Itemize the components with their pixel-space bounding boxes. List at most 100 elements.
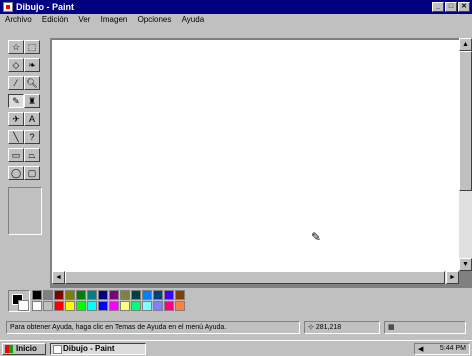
pencil-cursor-icon: ✎ <box>311 230 322 244</box>
menu-edicion[interactable]: Edición <box>42 14 68 26</box>
menu-opciones[interactable]: Opciones <box>138 14 172 26</box>
palette-swatch[interactable] <box>43 290 53 300</box>
palette-swatch[interactable] <box>98 290 108 300</box>
tool-brush[interactable]: ♜ <box>24 94 40 108</box>
tool-text[interactable]: A <box>24 112 40 126</box>
tool-rounded-rect[interactable]: ▢ <box>24 166 40 180</box>
rectangle-icon: ▭ <box>11 150 21 160</box>
palette-swatch[interactable] <box>175 301 185 311</box>
tool-options-box[interactable] <box>8 187 42 235</box>
palette-swatch[interactable] <box>131 301 141 311</box>
tool-fill[interactable]: ❧ <box>24 58 40 72</box>
palette-swatch[interactable] <box>54 301 64 311</box>
palette-swatch[interactable] <box>153 290 163 300</box>
color-selector[interactable] <box>8 290 30 312</box>
palette-swatch[interactable] <box>98 301 108 311</box>
free-select-icon: ☆ <box>11 42 21 52</box>
brush-icon: ♜ <box>27 96 37 106</box>
tool-pencil[interactable]: ✎ <box>8 94 24 108</box>
status-help-text: Para obtener Ayuda, haga clic en Temas d… <box>6 321 300 334</box>
tool-free-select[interactable]: ☆ <box>8 40 24 54</box>
palette-swatch[interactable] <box>153 301 163 311</box>
palette-swatch[interactable] <box>54 290 64 300</box>
clock[interactable]: 5:44 PM <box>440 345 466 352</box>
background-color[interactable] <box>18 300 29 311</box>
scroll-right-button[interactable]: ► <box>446 271 459 284</box>
start-button[interactable]: Inicio <box>2 343 46 355</box>
palette-swatch[interactable] <box>164 301 174 311</box>
paint-app-icon[interactable] <box>3 2 13 12</box>
paint-task-icon <box>53 345 62 354</box>
close-button[interactable]: ✕ <box>458 2 470 12</box>
start-label: Inicio <box>16 344 37 353</box>
cursor-coords: 281,218 <box>315 324 342 331</box>
menu-archivo[interactable]: Archivo <box>5 14 32 26</box>
palette-swatch[interactable] <box>32 301 42 311</box>
menu-ayuda[interactable]: Ayuda <box>182 14 205 26</box>
rect-select-icon: ⬚ <box>27 42 37 52</box>
palette-swatch[interactable] <box>109 290 119 300</box>
menu-imagen[interactable]: Imagen <box>101 14 128 26</box>
minimize-button[interactable]: _ <box>432 2 444 12</box>
tool-polygon[interactable]: ⏢ <box>24 148 40 162</box>
tool-line[interactable]: ╲ <box>8 130 24 144</box>
tool-eraser[interactable]: ◇ <box>8 58 24 72</box>
eyedropper-icon: ⁄ <box>15 78 17 88</box>
fill-icon: ❧ <box>28 60 36 70</box>
tool-curve[interactable]: ? <box>24 130 40 144</box>
pencil-icon: ✎ <box>12 96 20 106</box>
drawing-canvas[interactable]: ✎ <box>52 40 459 271</box>
status-bar: Para obtener Ayuda, haga clic en Temas d… <box>0 320 472 336</box>
tool-airbrush[interactable]: ✈ <box>8 112 24 126</box>
vertical-scroll-thumb[interactable] <box>459 51 472 191</box>
palette-swatch[interactable] <box>87 290 97 300</box>
palette-swatch[interactable] <box>43 301 53 311</box>
palette-swatch[interactable] <box>87 301 97 311</box>
rounded-rect-icon: ▢ <box>27 168 37 178</box>
palette-swatch[interactable] <box>76 290 86 300</box>
airbrush-icon: ✈ <box>12 114 20 124</box>
horizontal-scrollbar[interactable]: ◄ ► <box>52 271 459 284</box>
palette-swatch[interactable] <box>76 301 86 311</box>
palette-swatch[interactable] <box>120 290 130 300</box>
palette-swatch[interactable] <box>142 290 152 300</box>
system-tray: ◀ 5:44 PM <box>414 343 470 355</box>
menu-ver[interactable]: Ver <box>78 14 90 26</box>
text-icon: A <box>28 114 35 124</box>
cursor-coords-icon: ⊹ <box>308 324 314 331</box>
palette-swatch[interactable] <box>65 290 75 300</box>
tool-magnifier[interactable]: 🔍︎ <box>24 76 40 90</box>
palette-swatch[interactable] <box>109 301 119 311</box>
magnifier-icon: 🔍︎ <box>26 78 38 88</box>
palette-swatch[interactable] <box>142 301 152 311</box>
tool-eyedropper[interactable]: ⁄ <box>8 76 24 90</box>
palette-swatch[interactable] <box>175 290 185 300</box>
tool-rectangle[interactable]: ▭ <box>8 148 24 162</box>
palette-swatch[interactable] <box>164 290 174 300</box>
speaker-icon[interactable]: ◀ <box>418 345 423 355</box>
tool-rect-select[interactable]: ⬚ <box>24 40 40 54</box>
palette-swatch[interactable] <box>131 290 141 300</box>
polygon-icon: ⏢ <box>28 150 36 160</box>
scroll-left-button[interactable]: ◄ <box>52 271 65 284</box>
window-title: Dibujo - Paint <box>16 2 74 12</box>
palette-swatch[interactable] <box>65 301 75 311</box>
task-label: Dibujo - Paint <box>63 344 115 353</box>
scroll-down-button[interactable]: ▼ <box>459 258 472 271</box>
menu-bar: Archivo Edición Ver Imagen Opciones Ayud… <box>0 14 472 26</box>
ellipse-icon: ◯ <box>10 168 22 178</box>
vertical-scrollbar[interactable]: ▲ ▼ <box>459 38 472 271</box>
palette-swatch[interactable] <box>32 290 42 300</box>
windows-logo-icon <box>5 345 13 353</box>
tool-ellipse[interactable]: ◯ <box>8 166 24 180</box>
status-coordinates: ⊹ 281,218 <box>304 321 380 334</box>
maximize-button[interactable]: □ <box>445 2 457 12</box>
line-icon: ╲ <box>13 132 19 142</box>
horizontal-scroll-thumb[interactable] <box>65 271 445 284</box>
palette-swatch[interactable] <box>120 301 130 311</box>
scroll-up-button[interactable]: ▲ <box>459 38 472 51</box>
taskbar-item-paint[interactable]: Dibujo - Paint <box>50 343 146 355</box>
title-bar[interactable]: Dibujo - Paint _ □ ✕ <box>0 0 472 14</box>
eraser-icon: ◇ <box>12 60 20 70</box>
selection-size-icon: ▦ <box>388 324 395 331</box>
